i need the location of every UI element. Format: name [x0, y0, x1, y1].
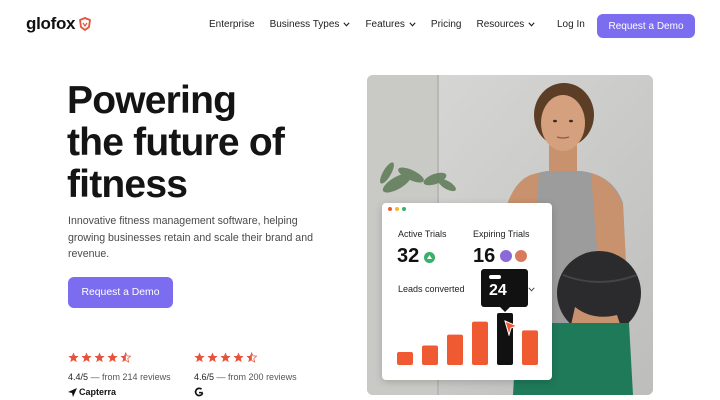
star-icon	[233, 352, 244, 363]
top-nav: glofox Enterprise Business Types Feature…	[0, 0, 720, 52]
star-icon	[94, 352, 105, 363]
nav-item-label: Enterprise	[209, 19, 255, 30]
star-rating	[194, 352, 297, 364]
star-rating	[68, 352, 171, 364]
chevron-down-icon	[343, 22, 351, 27]
rating-g2: 4.6/5 — from 200 reviews	[194, 352, 297, 397]
star-icon	[207, 352, 218, 363]
chart-tooltip: 24	[481, 269, 528, 312]
star-icon	[194, 352, 205, 363]
hero-title: Powering the future of fitness	[67, 80, 357, 206]
star-half-icon	[246, 352, 257, 363]
star-icon	[107, 352, 118, 363]
request-demo-button-hero[interactable]: Request a Demo	[68, 277, 173, 308]
rating-count: — from 214 reviews	[90, 372, 171, 382]
dot-green	[402, 207, 406, 211]
cursor-icon	[504, 320, 518, 336]
avatar	[499, 249, 513, 263]
nav-item-label: Business Types	[269, 19, 340, 30]
tooltip-pointer	[500, 307, 510, 312]
hero-title-line: Powering	[67, 79, 237, 122]
nav-item-pricing[interactable]: Pricing	[431, 19, 462, 30]
active-trials-value: 32	[397, 245, 420, 267]
logo[interactable]: glofox	[26, 14, 92, 34]
chevron-down-icon[interactable]	[528, 287, 535, 292]
rating-summary: 4.6/5 — from 200 reviews	[194, 372, 297, 382]
bar	[447, 334, 463, 365]
hero-subtitle: Innovative fitness management software, …	[68, 215, 313, 260]
rating-score: 4.6/5	[194, 372, 215, 382]
star-icon	[81, 352, 92, 363]
star-half-icon	[120, 352, 131, 363]
tooltip-value: 24	[489, 282, 507, 299]
rating-count: — from 200 reviews	[216, 372, 297, 382]
login-link[interactable]: Log In	[557, 19, 585, 30]
nav-item-label: Features	[365, 19, 405, 30]
chevron-down-icon	[528, 22, 535, 27]
nav-item-business-types[interactable]: Business Types	[270, 19, 351, 30]
nav-item-features[interactable]: Features	[365, 19, 416, 30]
expiring-trials-label: Expiring Trials	[473, 229, 530, 239]
capterra-logo: Capterra	[68, 387, 171, 397]
g2-logo	[194, 387, 297, 397]
hero-title-line: fitness	[67, 163, 188, 206]
avatar	[514, 249, 528, 263]
rating-capterra: 4.4/5 — from 214 reviews Capterra	[68, 352, 171, 397]
active-trials-label: Active Trials	[398, 229, 447, 239]
rating-summary: 4.4/5 — from 214 reviews	[68, 372, 171, 382]
rating-score: 4.4/5	[68, 372, 89, 382]
hero-title-line: the future of	[67, 121, 285, 164]
leads-bar-chart	[397, 313, 538, 365]
nav-item-label: Resources	[476, 19, 525, 30]
bar	[472, 321, 488, 365]
nav-item-label: Pricing	[430, 19, 462, 30]
tooltip-bar	[489, 275, 501, 279]
leads-converted-label: Leads converted	[398, 284, 465, 294]
logo-text: glofox	[26, 14, 76, 33]
trend-up-icon	[424, 252, 435, 263]
star-icon	[68, 352, 79, 363]
dot-yellow	[395, 207, 399, 211]
star-icon	[220, 352, 231, 363]
brand-name: Capterra	[79, 387, 117, 397]
chevron-down-icon	[409, 22, 416, 27]
nav-item-enterprise[interactable]: Enterprise	[209, 19, 255, 30]
bar	[522, 330, 538, 365]
bar	[422, 345, 438, 365]
nav-links: Enterprise Business Types Features Prici…	[209, 19, 535, 30]
expiring-trials-value: 16	[473, 245, 496, 267]
bar	[397, 352, 413, 365]
nav-item-resources[interactable]: Resources	[476, 19, 535, 30]
request-demo-button-nav[interactable]: Request a Demo	[597, 14, 695, 38]
g2-icon	[194, 387, 204, 397]
window-dots	[388, 207, 406, 211]
capterra-arrow-icon	[68, 387, 77, 397]
fox-icon	[79, 17, 92, 31]
dot-red	[388, 207, 392, 211]
